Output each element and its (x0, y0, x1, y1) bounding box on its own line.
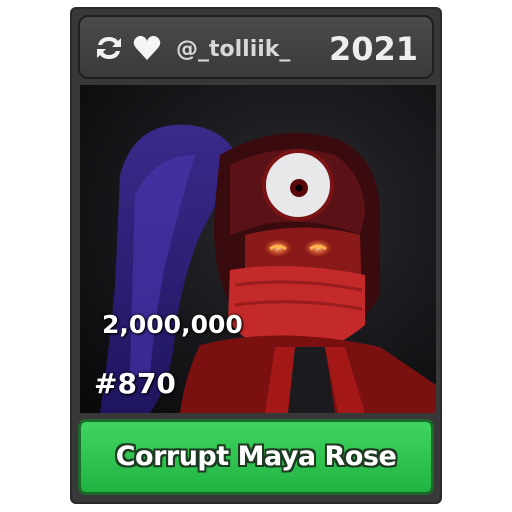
item-value: 2,000,000 (102, 310, 243, 339)
item-name-button[interactable]: Corrupt Maya Rose (78, 419, 434, 495)
release-year: 2021 (328, 30, 418, 68)
item-card[interactable]: @_tolliik_ 2021 2,000,000 #870 Corrupt M… (70, 7, 442, 504)
card-header: @_tolliik_ 2021 (78, 15, 434, 79)
creator-handle: @_tolliik_ (176, 37, 291, 62)
character-artwork: 2,000,000 #870 (80, 85, 436, 413)
serial-number: #870 (94, 367, 176, 400)
heart-icon[interactable] (132, 33, 162, 63)
character-art-image (80, 85, 436, 413)
trade-arrows-icon[interactable] (92, 31, 126, 65)
item-name-label: Corrupt Maya Rose (115, 441, 397, 472)
